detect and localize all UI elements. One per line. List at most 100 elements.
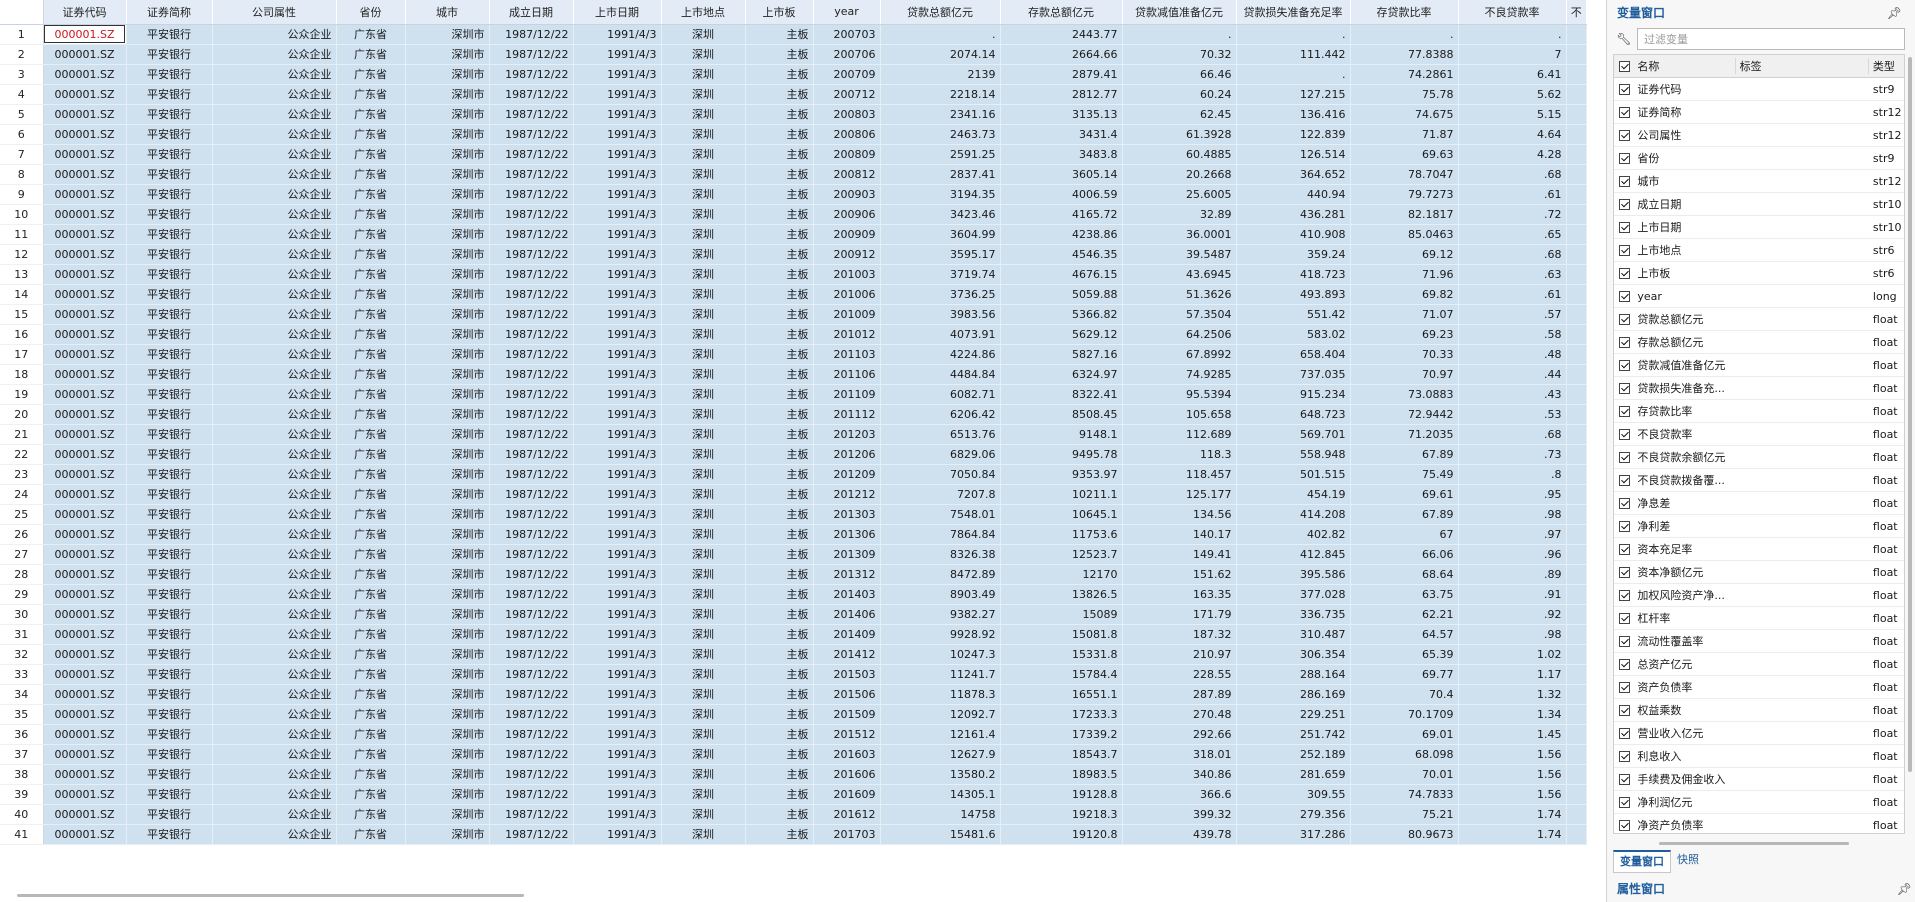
cell-city[interactable]: 深圳市 bbox=[405, 644, 490, 665]
cell-place[interactable]: 深圳 bbox=[661, 384, 746, 405]
table-row[interactable]: 10 000001.SZ 平安银行 公众企业 广东省 深圳市 1987/12/22 1991/… bbox=[0, 204, 1587, 225]
cell-board[interactable]: 主板 bbox=[745, 24, 814, 45]
cell-adeq[interactable]: 737.035 bbox=[1236, 364, 1351, 385]
cell-loan[interactable]: 7864.84 bbox=[880, 524, 1001, 545]
cell-adeq[interactable]: 583.02 bbox=[1236, 324, 1351, 345]
cell-imp[interactable]: 61.3928 bbox=[1122, 124, 1237, 145]
cell-loan[interactable]: 9382.27 bbox=[880, 604, 1001, 625]
col-header[interactable]: 上市地点 bbox=[661, 0, 746, 25]
cell-dep[interactable]: 9148.1 bbox=[1000, 424, 1123, 445]
cell-place[interactable]: 深圳 bbox=[661, 764, 746, 785]
cell-list[interactable]: 1991/4/3 bbox=[573, 344, 662, 365]
cell-code[interactable]: 000001.SZ bbox=[43, 384, 127, 405]
cell-attr[interactable]: 公众企业 bbox=[212, 284, 337, 305]
cell-prov[interactable]: 广东省 bbox=[336, 804, 406, 825]
variable-checkbox-cell[interactable] bbox=[1614, 175, 1635, 187]
row-number[interactable]: 15 bbox=[0, 304, 44, 325]
cell-imp[interactable]: 43.6945 bbox=[1122, 264, 1237, 285]
table-row[interactable]: 8 000001.SZ 平安银行 公众企业 广东省 深圳市 1987/12/22 1991/4… bbox=[0, 164, 1587, 185]
table-row[interactable]: 28 000001.SZ 平安银行 公众企业 广东省 深圳市 1987/12/22 1991/… bbox=[0, 564, 1587, 585]
cell-found[interactable]: 1987/12/22 bbox=[489, 664, 574, 685]
cell-adeq[interactable]: 501.515 bbox=[1236, 464, 1351, 485]
row-number[interactable]: 24 bbox=[0, 484, 44, 505]
cell-year[interactable]: 201103 bbox=[813, 344, 881, 365]
cell-place[interactable]: 深圳 bbox=[661, 724, 746, 745]
cell-place[interactable]: 深圳 bbox=[661, 244, 746, 265]
cell-ratio[interactable]: 69.01 bbox=[1350, 724, 1459, 745]
cell-loan[interactable]: 8903.49 bbox=[880, 584, 1001, 605]
cell-name[interactable]: 平安银行 bbox=[126, 244, 213, 265]
cell-city[interactable]: 深圳市 bbox=[405, 544, 490, 565]
cell-board[interactable]: 主板 bbox=[745, 364, 814, 385]
cell-adeq[interactable]: 658.404 bbox=[1236, 344, 1351, 365]
cell-code[interactable]: 000001.SZ bbox=[43, 684, 127, 705]
cell-loan[interactable]: 14758 bbox=[880, 804, 1001, 825]
cell-list[interactable]: 1991/4/3 bbox=[573, 724, 662, 745]
cell-npl[interactable]: .68 bbox=[1458, 164, 1567, 185]
variable-checkbox[interactable] bbox=[1619, 244, 1631, 256]
cell-found[interactable]: 1987/12/22 bbox=[489, 684, 574, 705]
row-number[interactable]: 38 bbox=[0, 764, 44, 785]
cell-place[interactable]: 深圳 bbox=[661, 204, 746, 225]
cell-name[interactable]: 平安银行 bbox=[126, 744, 213, 765]
cell-dep[interactable]: 15331.8 bbox=[1000, 644, 1123, 665]
cell-adeq[interactable]: . bbox=[1236, 64, 1351, 85]
cell-board[interactable]: 主板 bbox=[745, 724, 814, 745]
variable-checkbox[interactable] bbox=[1619, 428, 1631, 440]
cell-place[interactable]: 深圳 bbox=[661, 704, 746, 725]
cell-found[interactable]: 1987/12/22 bbox=[489, 444, 574, 465]
cell-dep[interactable]: 8508.45 bbox=[1000, 404, 1123, 425]
cell-ratio[interactable]: 70.01 bbox=[1350, 764, 1459, 785]
cell-attr[interactable]: 公众企业 bbox=[212, 164, 337, 185]
cell-prov[interactable]: 广东省 bbox=[336, 324, 406, 345]
cell-imp[interactable]: 112.689 bbox=[1122, 424, 1237, 445]
cell-list[interactable]: 1991/4/3 bbox=[573, 44, 662, 65]
cell-board[interactable]: 主板 bbox=[745, 204, 814, 225]
cell-place[interactable]: 深圳 bbox=[661, 324, 746, 345]
col-header[interactable]: 贷款减值准备亿元 bbox=[1122, 0, 1237, 25]
cell-ratio[interactable]: 69.77 bbox=[1350, 664, 1459, 685]
cell-imp[interactable]: 66.46 bbox=[1122, 64, 1237, 85]
table-row[interactable]: 13 000001.SZ 平安银行 公众企业 广东省 深圳市 1987/12/22 1991/… bbox=[0, 264, 1587, 285]
cell-year[interactable]: 201203 bbox=[813, 424, 881, 445]
cell-city[interactable]: 深圳市 bbox=[405, 784, 490, 805]
cell-dep[interactable]: 11753.6 bbox=[1000, 524, 1123, 545]
cell-board[interactable]: 主板 bbox=[745, 624, 814, 645]
cell-board[interactable]: 主板 bbox=[745, 284, 814, 305]
cell-loan[interactable]: 9928.92 bbox=[880, 624, 1001, 645]
row-number[interactable]: 39 bbox=[0, 784, 44, 805]
cell-year[interactable]: 201503 bbox=[813, 664, 881, 685]
cell-npl[interactable]: 4.28 bbox=[1458, 144, 1567, 165]
cell-place[interactable]: 深圳 bbox=[661, 804, 746, 825]
cell-npl[interactable]: 1.45 bbox=[1458, 724, 1567, 745]
cell-adeq[interactable]: 436.281 bbox=[1236, 204, 1351, 225]
variables-vertical-scrollbar[interactable] bbox=[1908, 57, 1912, 772]
cell-loan[interactable]: 2591.25 bbox=[880, 144, 1001, 165]
cell-found[interactable]: 1987/12/22 bbox=[489, 244, 574, 265]
variable-row[interactable]: 总资产亿元 float bbox=[1614, 653, 1904, 676]
cell-loan[interactable]: 15481.6 bbox=[880, 824, 1001, 845]
cell-found[interactable]: 1987/12/22 bbox=[489, 764, 574, 785]
cell-board[interactable]: 主板 bbox=[745, 604, 814, 625]
table-row[interactable]: 41 000001.SZ 平安银行 公众企业 广东省 深圳市 1987/12/22 1991/… bbox=[0, 824, 1587, 845]
cell-imp[interactable]: 149.41 bbox=[1122, 544, 1237, 565]
variable-checkbox[interactable] bbox=[1619, 612, 1631, 624]
cell-code[interactable]: 000001.SZ bbox=[43, 204, 127, 225]
cell-imp[interactable]: 105.658 bbox=[1122, 404, 1237, 425]
table-row[interactable]: 31 000001.SZ 平安银行 公众企业 广东省 深圳市 1987/12/22 1991/… bbox=[0, 624, 1587, 645]
cell-ratio[interactable]: 72.9442 bbox=[1350, 404, 1459, 425]
cell-year[interactable]: 201409 bbox=[813, 624, 881, 645]
cell-board[interactable]: 主板 bbox=[745, 64, 814, 85]
cell-ratio[interactable]: 75.78 bbox=[1350, 84, 1459, 105]
cell-place[interactable]: 深圳 bbox=[661, 744, 746, 765]
cell-city[interactable]: 深圳市 bbox=[405, 824, 490, 845]
cell-city[interactable]: 深圳市 bbox=[405, 744, 490, 765]
cell-prov[interactable]: 广东省 bbox=[336, 124, 406, 145]
table-row[interactable]: 21 000001.SZ 平安银行 公众企业 广东省 深圳市 1987/12/22 1991/… bbox=[0, 424, 1587, 445]
cell-found[interactable]: 1987/12/22 bbox=[489, 324, 574, 345]
cell-npl[interactable]: 1.74 bbox=[1458, 824, 1567, 845]
cell-ratio[interactable]: 70.4 bbox=[1350, 684, 1459, 705]
cell-city[interactable]: 深圳市 bbox=[405, 84, 490, 105]
cell-npl[interactable]: .61 bbox=[1458, 284, 1567, 305]
cell-code[interactable]: 000001.SZ bbox=[43, 244, 127, 265]
